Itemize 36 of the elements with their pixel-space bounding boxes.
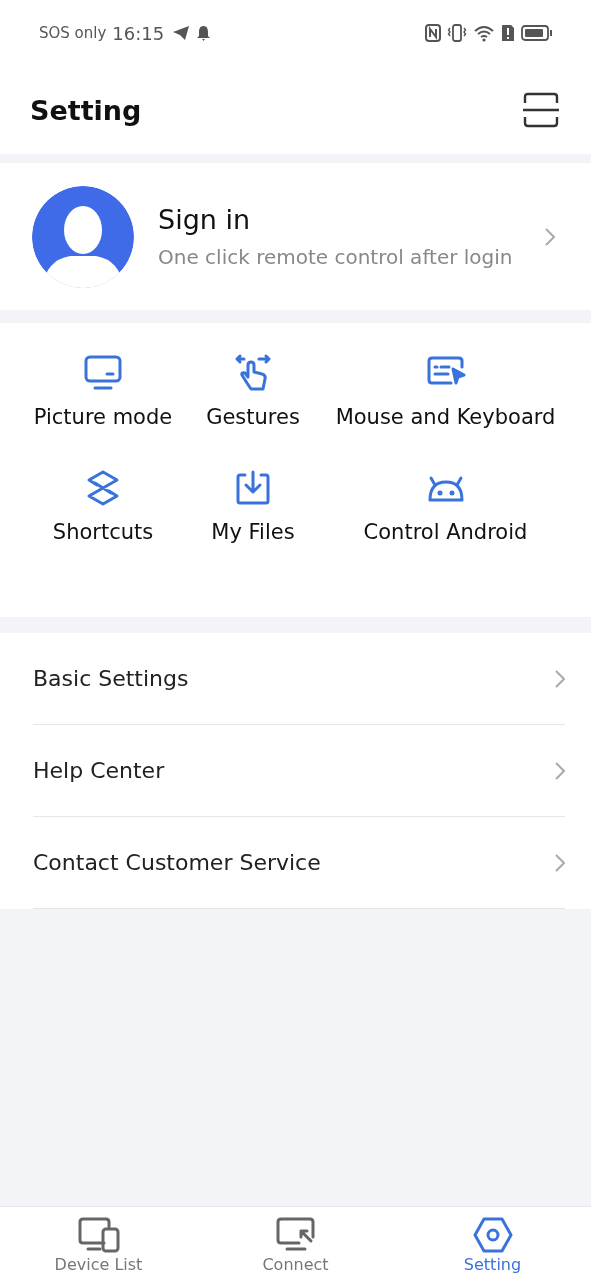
chevron-right-icon [555, 761, 565, 780]
scan-icon[interactable] [523, 92, 559, 128]
settings-icon [471, 1217, 514, 1253]
feature-item[interactable]: Picture mode [28, 353, 178, 468]
carrier-text: SOS only [39, 24, 107, 42]
menu-item[interactable]: Contact Customer Service [33, 817, 565, 909]
avatar-icon [32, 185, 134, 288]
bell-icon [196, 25, 212, 41]
nav-tab[interactable]: Device List [0, 1207, 197, 1280]
page-title: Setting [30, 94, 142, 126]
feature-item[interactable]: Mouse and Keyboard [328, 353, 563, 468]
nav-tab[interactable]: Connect [197, 1207, 394, 1280]
feature-item[interactable]: Control Android [328, 468, 563, 583]
chevron-right-icon [555, 853, 565, 872]
battery-icon [521, 24, 553, 42]
chevron-right-icon [555, 669, 565, 688]
screen-arrow-icon [274, 1217, 317, 1253]
vibrate-icon [447, 24, 467, 42]
chevron-right-icon [545, 227, 555, 246]
monitor-icon [83, 353, 123, 393]
sign-in-title: Sign in [158, 204, 252, 235]
wifi-icon [473, 24, 495, 42]
devices-icon [77, 1217, 120, 1253]
menu-item[interactable]: Help Center [33, 725, 565, 817]
menu-item[interactable]: Basic Settings [33, 633, 565, 725]
sim-alert-icon [501, 24, 515, 42]
nfc-icon [425, 24, 441, 42]
send-icon [172, 25, 191, 41]
feature-item[interactable]: Shortcuts [28, 468, 178, 583]
status-time: 16:15 [112, 22, 165, 44]
nav-tab[interactable]: Setting [394, 1207, 591, 1280]
feature-item[interactable]: Gestures [178, 353, 328, 468]
feature-item[interactable]: My Files [178, 468, 328, 583]
sign-in-subtitle: One click remote control after login [158, 245, 514, 269]
swipe-hand-icon [233, 353, 273, 393]
sign-in-card[interactable]: Sign in One click remote control after login [0, 163, 591, 310]
